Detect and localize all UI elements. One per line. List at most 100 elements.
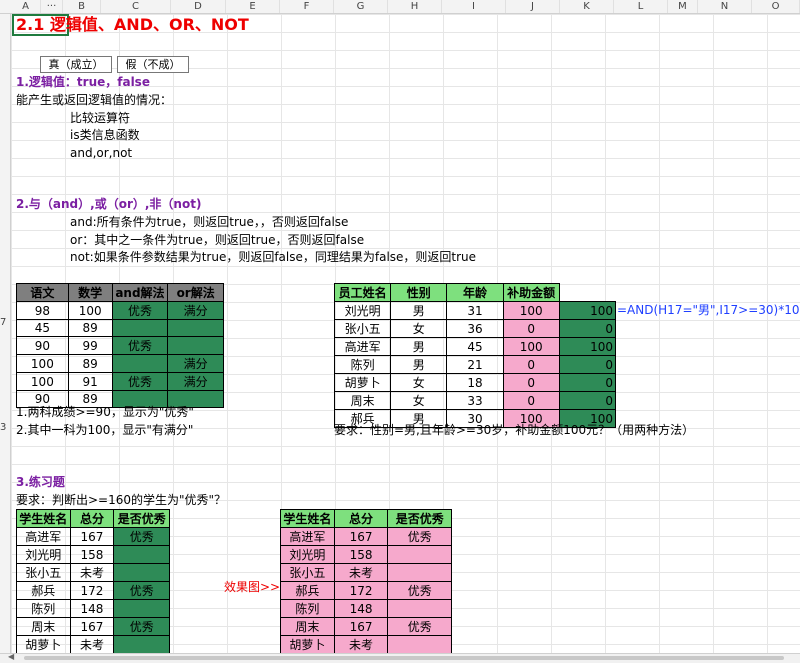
table-cell[interactable]: 刘光明: [333, 301, 392, 320]
table-cell[interactable]: 女: [390, 319, 448, 338]
table-header[interactable]: 员工姓名: [333, 283, 392, 302]
table-cell[interactable]: 周末: [280, 617, 335, 636]
row-header-7[interactable]: 7: [0, 317, 10, 328]
table-cell[interactable]: 98: [16, 301, 69, 320]
table-cell[interactable]: 满分: [167, 301, 224, 320]
table-cell[interactable]: [167, 336, 224, 355]
table-cell[interactable]: 陈列: [333, 355, 392, 374]
table-cell[interactable]: [387, 635, 452, 654]
table-cell[interactable]: 33: [446, 391, 504, 410]
col-header-k[interactable]: K: [560, 0, 614, 13]
table-cell[interactable]: 36: [446, 319, 504, 338]
table-cell[interactable]: [113, 563, 170, 582]
table-header[interactable]: 语文: [16, 283, 69, 302]
table-cell[interactable]: 陈列: [16, 599, 71, 618]
table-cell[interactable]: 89: [67, 319, 113, 337]
table-cell[interactable]: 0: [558, 391, 617, 410]
table-header[interactable]: or解法: [167, 283, 224, 302]
table-cell[interactable]: 男: [390, 355, 448, 374]
empty-cell[interactable]: [559, 284, 615, 302]
col-header-a[interactable]: A: [11, 0, 41, 13]
table-cell[interactable]: 优秀: [111, 372, 169, 391]
table-cell[interactable]: 高进军: [333, 337, 392, 356]
table-header[interactable]: 年龄: [446, 283, 504, 302]
col-header-o[interactable]: O: [752, 0, 800, 13]
col-header-m[interactable]: M: [668, 0, 698, 13]
col-header-d[interactable]: D: [171, 0, 226, 13]
table-cell[interactable]: 167: [69, 527, 115, 546]
table-cell[interactable]: 男: [390, 301, 448, 320]
table-cell[interactable]: [113, 635, 170, 654]
table-cell[interactable]: 张小五: [16, 563, 71, 582]
table-cell[interactable]: 100: [16, 354, 69, 373]
col-header-more[interactable]: ···: [41, 0, 63, 13]
table-cell[interactable]: 167: [333, 617, 389, 636]
table-cell[interactable]: 91: [67, 372, 113, 391]
table-cell[interactable]: 90: [16, 336, 69, 355]
table-cell[interactable]: 优秀: [111, 336, 169, 355]
table-cell[interactable]: 张小五: [280, 563, 335, 582]
table-cell[interactable]: 0: [502, 373, 560, 392]
table-cell[interactable]: 刘光明: [16, 545, 71, 564]
table-cell[interactable]: 未考: [69, 563, 115, 582]
table-cell[interactable]: 女: [390, 373, 448, 392]
table-header[interactable]: 数学: [67, 283, 113, 302]
table-cell[interactable]: 满分: [167, 354, 224, 373]
table-cell[interactable]: 172: [333, 581, 389, 600]
table-cell[interactable]: 高进军: [16, 527, 71, 546]
table-cell[interactable]: 胡萝卜: [280, 635, 335, 654]
table-cell[interactable]: 优秀: [113, 581, 170, 600]
table-cell[interactable]: 优秀: [387, 527, 452, 546]
table-cell[interactable]: 周末: [333, 391, 392, 410]
table-cell[interactable]: 167: [69, 617, 115, 636]
table-cell[interactable]: 张小五: [333, 319, 392, 338]
col-header-b[interactable]: B: [63, 0, 101, 13]
table-header[interactable]: and解法: [111, 283, 169, 302]
table-header[interactable]: 总分: [333, 509, 389, 528]
scroll-left-icon[interactable]: ◀: [8, 652, 14, 661]
table-cell[interactable]: 郝兵: [280, 581, 335, 600]
table-header[interactable]: 学生姓名: [16, 509, 71, 528]
row-header-3[interactable]: 3: [0, 422, 10, 433]
table-cell[interactable]: 100: [502, 301, 560, 320]
col-header-e[interactable]: E: [226, 0, 280, 13]
table-cell[interactable]: 148: [69, 599, 115, 618]
table-cell[interactable]: 18: [446, 373, 504, 392]
col-header-j[interactable]: J: [506, 0, 560, 13]
table-cell[interactable]: 未考: [69, 635, 115, 654]
table-cell[interactable]: [387, 563, 452, 582]
table-cell[interactable]: [167, 319, 224, 337]
table-cell[interactable]: 0: [558, 373, 617, 392]
table-cell[interactable]: 158: [333, 545, 389, 564]
table-cell[interactable]: 0: [502, 319, 560, 338]
table-cell[interactable]: 100: [67, 301, 113, 320]
table-cell[interactable]: 陈列: [280, 599, 335, 618]
table-cell[interactable]: 99: [67, 336, 113, 355]
table-cell[interactable]: 胡萝卜: [16, 635, 71, 654]
false-button[interactable]: 假（不成）: [117, 56, 189, 73]
table-cell[interactable]: 100: [502, 337, 560, 356]
table-cell[interactable]: 刘光明: [280, 545, 335, 564]
table-cell[interactable]: 31: [446, 301, 504, 320]
table-cell[interactable]: 满分: [167, 372, 224, 391]
table-cell[interactable]: 胡萝卜: [333, 373, 392, 392]
table-cell[interactable]: 172: [69, 581, 115, 600]
table-cell[interactable]: 未考: [333, 563, 389, 582]
table-cell[interactable]: 0: [502, 391, 560, 410]
table-cell[interactable]: 0: [558, 355, 617, 374]
table-cell[interactable]: 女: [390, 391, 448, 410]
table-header[interactable]: 是否优秀: [387, 509, 452, 528]
table-cell[interactable]: 优秀: [387, 581, 452, 600]
table-header[interactable]: 总分: [69, 509, 115, 528]
col-header-f[interactable]: F: [280, 0, 334, 13]
table-cell[interactable]: [111, 354, 169, 373]
table-cell[interactable]: 0: [558, 319, 617, 338]
table-header[interactable]: 学生姓名: [280, 509, 335, 528]
table-cell[interactable]: 优秀: [387, 617, 452, 636]
table-cell[interactable]: 45: [446, 337, 504, 356]
table-header[interactable]: 性别: [390, 283, 448, 302]
table-cell[interactable]: [113, 599, 170, 618]
table-cell[interactable]: 男: [390, 337, 448, 356]
table-cell[interactable]: [111, 319, 169, 337]
table-cell[interactable]: 158: [69, 545, 115, 564]
